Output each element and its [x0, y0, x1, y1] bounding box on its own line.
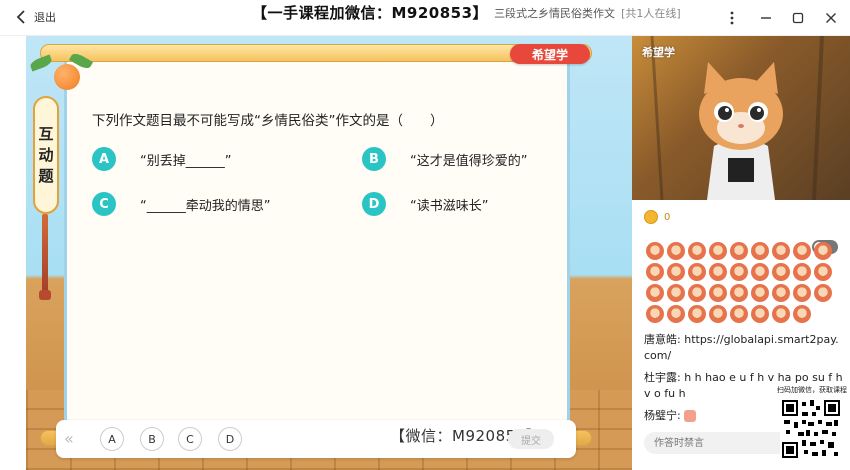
top-bar: 退出 【一手课程加微信：M920853】 三段式之乡情民俗类作文 [共1人在线]	[0, 0, 850, 36]
option-b[interactable]: B “这才是值得珍爱的”	[362, 147, 527, 171]
student-avatar	[646, 284, 664, 302]
chat-sender: 杜宇露:	[644, 371, 681, 384]
qr-caption: 扫码加微信，获取课程	[777, 386, 847, 394]
leaf-icon	[28, 54, 54, 72]
student-avatar	[688, 305, 706, 323]
student-avatar	[772, 263, 790, 281]
minimize-button[interactable]	[756, 8, 776, 28]
student-avatar	[688, 242, 706, 260]
qr-code-image	[780, 398, 842, 460]
answer-bar: « A B C D 【微信：M920853】 提交	[56, 420, 576, 458]
student-avatar	[730, 242, 748, 260]
orange-fruit-icon	[54, 64, 80, 90]
courseware-stage: 希望学 互 动 题	[0, 36, 632, 470]
chat-sender: 杨璧宁:	[644, 409, 681, 422]
student-avatar	[751, 242, 769, 260]
collapse-left-icon[interactable]: «	[64, 429, 74, 448]
chat-message: 唐意皓: https://globalapi.smart2pay.com/	[644, 332, 844, 364]
student-avatar	[793, 242, 811, 260]
cat-mascot-image	[650, 36, 824, 200]
teacher-video: 希望学	[632, 36, 850, 200]
student-avatar	[646, 263, 664, 281]
option-d[interactable]: D “读书滋味长”	[362, 192, 488, 216]
stage-left-margin	[0, 36, 26, 470]
option-text: “这才是值得珍爱的”	[410, 153, 528, 169]
chevron-left-icon	[16, 10, 25, 24]
video-brand-logo: 希望学	[642, 46, 675, 59]
student-avatar	[730, 284, 748, 302]
student-avatar	[793, 284, 811, 302]
student-avatar	[793, 305, 811, 323]
maximize-button[interactable]	[788, 8, 808, 28]
hand-emoji-icon	[684, 410, 697, 422]
close-icon	[826, 13, 836, 23]
student-avatar	[730, 305, 748, 323]
minimize-icon	[761, 17, 771, 19]
option-text: “______牵动我的情思”	[140, 198, 271, 214]
student-avatar	[709, 263, 727, 281]
student-avatar	[667, 284, 685, 302]
answer-button-c[interactable]: C	[178, 427, 202, 451]
chat-sender: 唐意皓:	[644, 333, 681, 346]
chat-input[interactable]	[644, 432, 794, 454]
student-avatar	[751, 305, 769, 323]
option-letter: B	[362, 147, 386, 171]
maximize-icon	[792, 12, 804, 24]
student-avatar	[709, 305, 727, 323]
option-letter: A	[92, 147, 116, 171]
brand-badge: 希望学	[510, 44, 590, 64]
tag-char: 题	[38, 166, 54, 185]
tag-char: 互	[38, 124, 54, 143]
classroom-window: 退出 【一手课程加微信：M920853】 三段式之乡情民俗类作文 [共1人在线]	[0, 0, 850, 470]
student-avatar-grid	[646, 242, 838, 323]
tag-char: 动	[38, 145, 54, 164]
student-avatar	[709, 284, 727, 302]
option-letter: C	[92, 192, 116, 216]
question-text: 下列作文题目最不可能写成“乡情民俗类”作文的是（ ）	[92, 113, 444, 129]
coin-icon	[644, 210, 658, 224]
title-area: 【一手课程加微信：M920853】 三段式之乡情民俗类作文 [共1人在线]	[252, 2, 681, 23]
exit-label: 退出	[34, 11, 56, 24]
answer-button-a[interactable]: A	[100, 427, 124, 451]
student-avatar	[751, 263, 769, 281]
student-avatar	[772, 284, 790, 302]
student-avatar	[688, 284, 706, 302]
student-avatar	[793, 263, 811, 281]
lesson-title: 三段式之乡情民俗类作文	[494, 7, 616, 20]
more-vertical-icon	[730, 11, 734, 25]
more-options-button[interactable]	[722, 8, 742, 28]
student-avatar	[751, 284, 769, 302]
submit-button[interactable]: 提交	[508, 429, 554, 449]
option-letter: D	[362, 192, 386, 216]
student-avatar	[814, 242, 832, 260]
option-text: “读书滋味长”	[410, 198, 489, 214]
student-avatar	[646, 242, 664, 260]
coin-count: 0	[664, 211, 671, 223]
student-avatar	[667, 263, 685, 281]
student-avatar	[814, 284, 832, 302]
answer-button-b[interactable]: B	[140, 427, 164, 451]
watermark-text: 【一手课程加微信：M920853】	[252, 4, 489, 22]
exit-button[interactable]: 退出	[14, 9, 56, 25]
coin-counter: 0	[644, 210, 670, 224]
student-avatar	[772, 242, 790, 260]
option-c[interactable]: C “______牵动我的情思”	[92, 192, 270, 216]
student-avatar	[667, 305, 685, 323]
option-text: “别丢掉______”	[140, 153, 232, 169]
student-avatar	[646, 305, 664, 323]
student-avatar	[667, 242, 685, 260]
student-avatar	[709, 242, 727, 260]
student-avatar	[772, 305, 790, 323]
option-a[interactable]: A “别丢掉______”	[92, 147, 231, 171]
online-count: [共1人在线]	[621, 7, 681, 20]
tassel-decoration	[39, 214, 51, 300]
student-avatar	[730, 263, 748, 281]
answer-button-d[interactable]: D	[218, 427, 242, 451]
close-button[interactable]	[821, 8, 841, 28]
student-avatar	[814, 263, 832, 281]
interactive-question-tag: 互 动 题	[33, 96, 59, 214]
student-avatar	[688, 263, 706, 281]
